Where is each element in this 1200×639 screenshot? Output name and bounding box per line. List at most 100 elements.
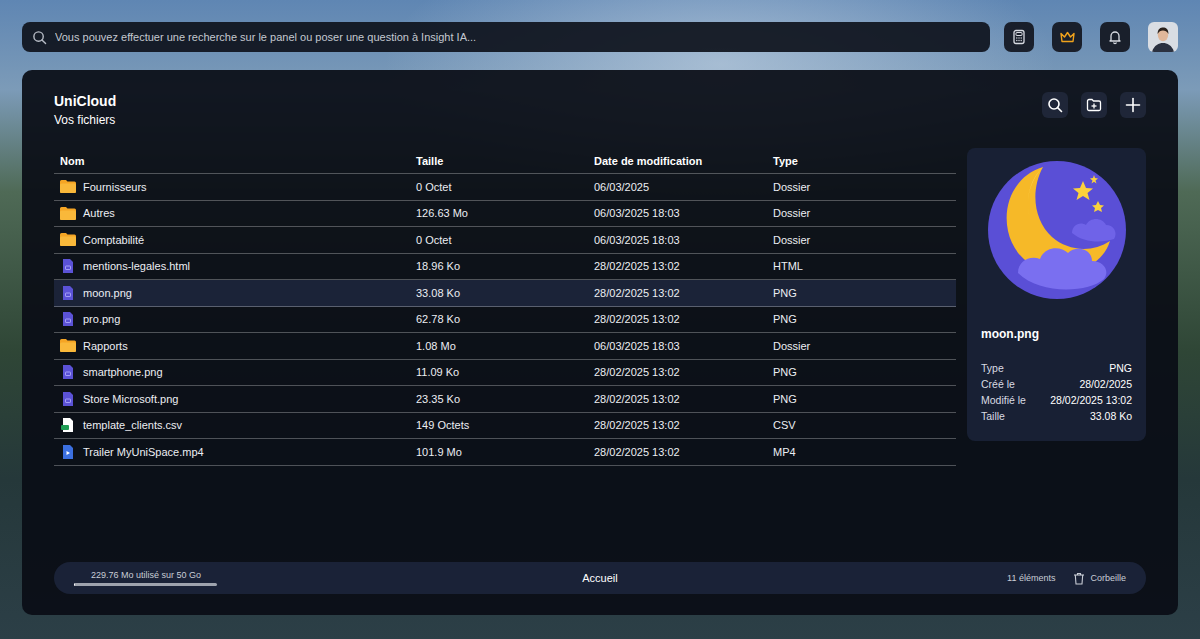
csv-file-icon: [60, 418, 76, 432]
name-cell: smartphone.png: [54, 365, 410, 379]
detail-value: 28/02/2025 13:02: [1050, 394, 1132, 407]
date-cell: 28/02/2025 13:02: [588, 446, 767, 458]
name-cell: moon.png: [54, 286, 410, 300]
size-cell: 33.08 Ko: [410, 287, 588, 299]
detail-row: Modifié le 28/02/2025 13:02: [981, 394, 1132, 407]
avatar-icon: [1148, 22, 1178, 52]
table-row[interactable]: smartphone.png 11.09 Ko 28/02/2025 13:02…: [54, 360, 956, 387]
video-file-icon: [60, 445, 76, 459]
date-cell: 28/02/2025 13:02: [588, 260, 767, 272]
folder-icon: [60, 180, 76, 193]
file-name: pro.png: [83, 313, 120, 325]
folder-plus-icon: [1086, 97, 1102, 113]
trash-label: Corbeille: [1090, 573, 1126, 583]
name-cell: Comptabilité: [54, 233, 410, 246]
table-row[interactable]: pro.png 62.78 Ko 28/02/2025 13:02 PNG: [54, 307, 956, 334]
date-cell: 28/02/2025 13:02: [588, 366, 767, 378]
detail-value: PNG: [1109, 362, 1132, 375]
panel-title: UniCloud: [54, 92, 116, 110]
file-name: Autres: [83, 207, 115, 219]
date-cell: 28/02/2025 13:02: [588, 313, 767, 325]
table-row[interactable]: Rapports 1.08 Mo 06/03/2025 18:03 Dossie…: [54, 333, 956, 360]
titles: UniCloud Vos fichiers: [54, 92, 116, 129]
top-bar: Vous pouvez effectuer une recherche sur …: [22, 22, 1178, 52]
size-cell: 1.08 Mo: [410, 340, 588, 352]
type-cell: Dossier: [767, 207, 956, 219]
size-cell: 126.63 Mo: [410, 207, 588, 219]
table-row[interactable]: Store Microsoft.png 23.35 Ko 28/02/2025 …: [54, 386, 956, 413]
folder-icon: [60, 207, 76, 220]
item-count: 11 éléments: [1007, 573, 1055, 583]
premium-button[interactable]: [1052, 22, 1082, 52]
storage-fill: [74, 583, 75, 586]
file-name: Rapports: [83, 340, 128, 352]
table-row[interactable]: Comptabilité 0 Octet 06/03/2025 18:03 Do…: [54, 227, 956, 254]
table-row[interactable]: template_clients.csv 149 Octets 28/02/20…: [54, 413, 956, 440]
name-cell: Autres: [54, 207, 410, 220]
preview-details: Type PNG Créé le 28/02/2025 Modifié le 28/…: [981, 362, 1132, 423]
file-icon: [60, 286, 76, 300]
panel-subtitle: Vos fichiers: [54, 111, 116, 129]
table-row[interactable]: moon.png 33.08 Ko 28/02/2025 13:02 PNG: [54, 280, 956, 307]
add-button[interactable]: [1120, 92, 1146, 118]
type-cell: Dossier: [767, 340, 956, 352]
file-name: mentions-legales.html: [83, 260, 190, 272]
file-name: template_clients.csv: [83, 419, 182, 431]
notifications-button[interactable]: [1100, 22, 1130, 52]
trash-icon: [1073, 572, 1085, 585]
file-name: Store Microsoft.png: [83, 393, 178, 405]
plus-icon: [1125, 97, 1141, 113]
type-cell: HTML: [767, 260, 956, 272]
size-cell: 101.9 Mo: [410, 446, 588, 458]
table-row[interactable]: Autres 126.63 Mo 06/03/2025 18:03 Dossie…: [54, 201, 956, 228]
size-cell: 23.35 Ko: [410, 393, 588, 405]
footer-bar: 229.76 Mo utilisé sur 50 Go Accueil 11 é…: [54, 562, 1146, 594]
bell-icon: [1107, 29, 1123, 45]
column-header[interactable]: Date de modification: [588, 155, 767, 167]
file-icon: [60, 312, 76, 326]
search-icon: [32, 30, 47, 45]
table-row[interactable]: Trailer MyUniSpace.mp4 101.9 Mo 28/02/20…: [54, 439, 956, 466]
type-cell: Dossier: [767, 181, 956, 193]
file-icon: [60, 365, 76, 379]
size-cell: 11.09 Ko: [410, 366, 588, 378]
size-cell: 0 Octet: [410, 181, 588, 193]
detail-label: Type: [981, 362, 1004, 375]
calculator-button[interactable]: [1004, 22, 1034, 52]
preview-card: moon.png Type PNGCréé le 28/02/2025Modif…: [967, 148, 1146, 441]
search-button[interactable]: [1042, 92, 1068, 118]
table-row[interactable]: Fournisseurs 0 Octet 06/03/2025 Dossier: [54, 174, 956, 201]
table-row[interactable]: mentions-legales.html 18.96 Ko 28/02/202…: [54, 254, 956, 281]
column-header[interactable]: Nom: [54, 155, 410, 167]
detail-value: 28/02/2025: [1079, 378, 1132, 391]
user-avatar[interactable]: [1148, 22, 1178, 52]
column-header[interactable]: Type: [767, 155, 956, 167]
search-field[interactable]: Vous pouvez effectuer une recherche sur …: [22, 22, 990, 52]
type-cell: PNG: [767, 313, 956, 325]
file-table: NomTailleDate de modificationType Fourni…: [54, 148, 956, 466]
date-cell: 28/02/2025 13:02: [588, 393, 767, 405]
name-cell: pro.png: [54, 312, 410, 326]
type-cell: PNG: [767, 287, 956, 299]
app: Vous pouvez effectuer une recherche sur …: [0, 0, 1200, 639]
size-cell: 0 Octet: [410, 234, 588, 246]
size-cell: 62.78 Ko: [410, 313, 588, 325]
folder-icon: [60, 233, 76, 246]
detail-label: Créé le: [981, 378, 1015, 391]
storage-info: 229.76 Mo utilisé sur 50 Go: [74, 570, 582, 586]
name-cell: mentions-legales.html: [54, 259, 410, 273]
column-header[interactable]: Taille: [410, 155, 588, 167]
date-cell: 06/03/2025 18:03: [588, 207, 767, 219]
type-cell: MP4: [767, 446, 956, 458]
storage-bar: [74, 583, 217, 586]
new-folder-button[interactable]: [1081, 92, 1107, 118]
file-name: Fournisseurs: [83, 181, 147, 193]
type-cell: PNG: [767, 393, 956, 405]
storage-text: 229.76 Mo utilisé sur 50 Go: [74, 570, 582, 580]
panel-body: NomTailleDate de modificationType Fourni…: [54, 148, 1146, 562]
breadcrumb[interactable]: Accueil: [582, 572, 617, 584]
panel-header: UniCloud Vos fichiers: [54, 92, 1146, 148]
trash-button[interactable]: Corbeille: [1073, 572, 1126, 585]
name-cell: Trailer MyUniSpace.mp4: [54, 445, 410, 459]
detail-row: Type PNG: [981, 362, 1132, 375]
